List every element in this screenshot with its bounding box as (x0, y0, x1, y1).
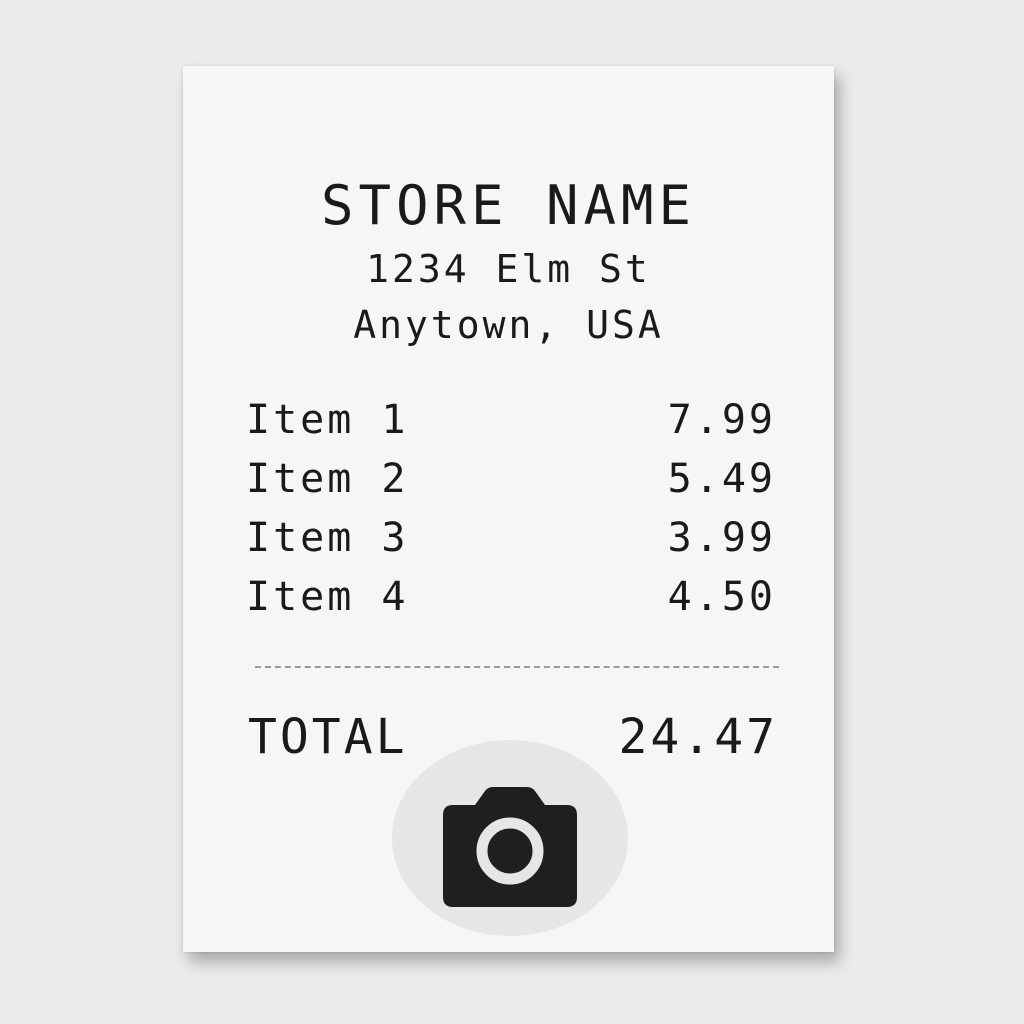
item-label: Item 3 (246, 515, 409, 561)
item-price: 3.99 (667, 515, 776, 561)
line-item: Item 2 5.49 (246, 452, 776, 511)
store-name: STORE NAME (320, 174, 697, 237)
line-item: Item 3 3.99 (246, 511, 776, 570)
total-label: TOTAL (248, 709, 408, 765)
address-line-2: Anytown, USA (353, 303, 664, 347)
line-item: Item 4 4.50 (246, 570, 776, 629)
item-label: Item 2 (246, 456, 409, 502)
address-line-1: 1234 Elm St (366, 247, 651, 291)
total-value: 24.47 (618, 709, 778, 765)
item-price: 5.49 (667, 456, 776, 502)
item-price: 4.50 (667, 574, 776, 620)
line-item: Item 1 7.99 (246, 393, 776, 452)
receipt: STORE NAME 1234 Elm St Anytown, USA Item… (183, 66, 834, 952)
camera-icon (443, 787, 577, 907)
item-label: Item 1 (246, 397, 409, 443)
item-label: Item 4 (246, 574, 409, 620)
camera-button[interactable] (392, 740, 628, 936)
line-items: Item 1 7.99 Item 2 5.49 Item 3 3.99 Item… (246, 393, 776, 629)
dashed-divider (255, 666, 779, 668)
item-price: 7.99 (667, 397, 776, 443)
